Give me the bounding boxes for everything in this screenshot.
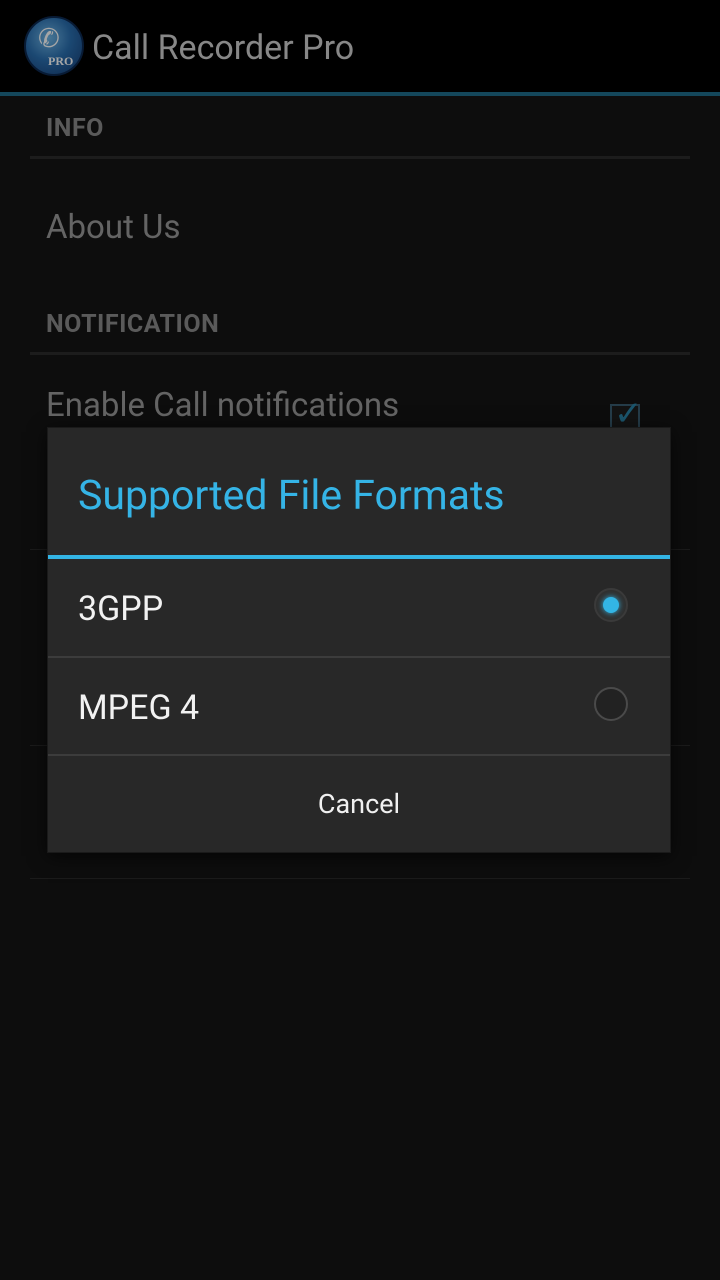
dialog-title: Supported File Formats <box>78 472 505 520</box>
format-option-3gpp[interactable]: 3GPP <box>48 559 670 655</box>
radio-button-unselected[interactable] <box>594 687 628 721</box>
file-format-dialog: Supported File Formats 3GPP MPEG 4 Cance… <box>48 428 670 852</box>
format-option-mpeg4[interactable]: MPEG 4 <box>48 658 670 754</box>
cancel-button[interactable]: Cancel <box>48 756 670 852</box>
radio-button-selected[interactable] <box>594 588 628 622</box>
option-label: MPEG 4 <box>78 688 200 728</box>
option-label: 3GPP <box>78 589 164 629</box>
